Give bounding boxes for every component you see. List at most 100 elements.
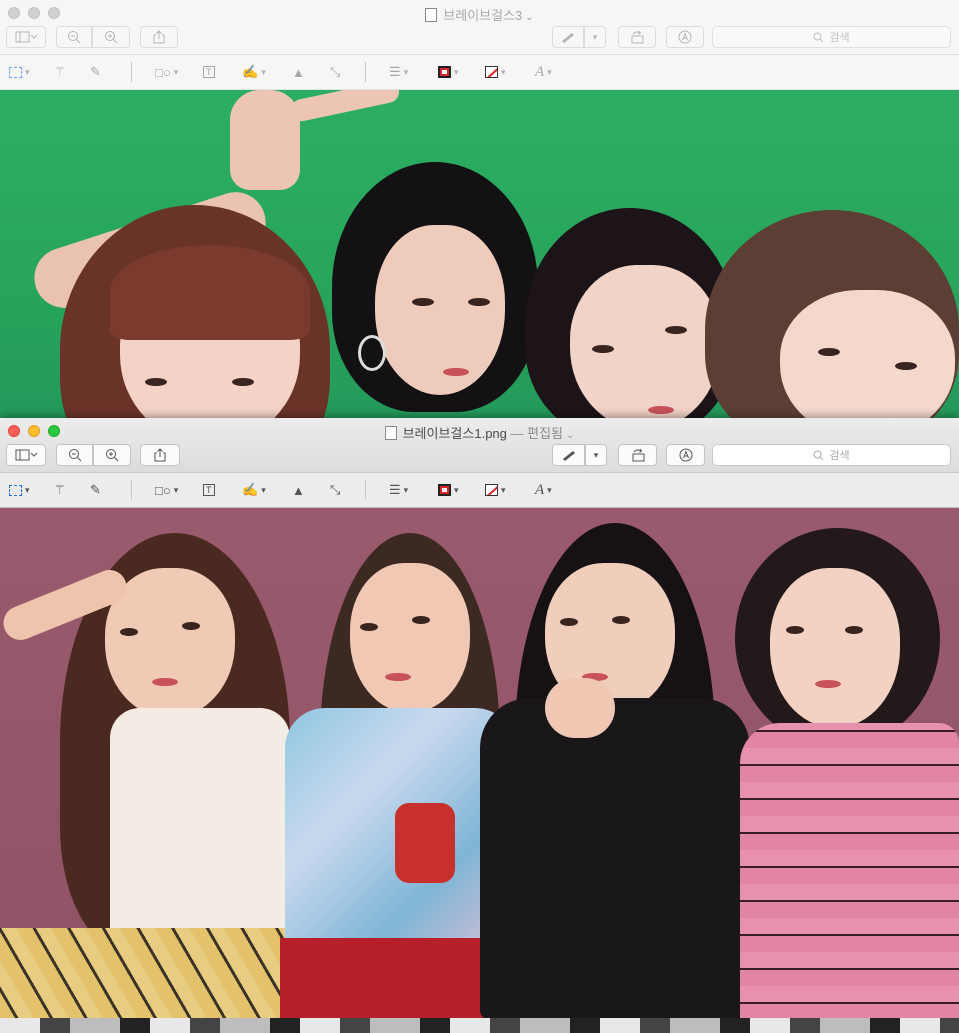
- border-color-tool[interactable]: ▾: [438, 482, 459, 498]
- lips: [385, 673, 411, 681]
- sketch-tool[interactable]: ✎: [90, 64, 101, 80]
- zoom-out-button[interactable]: [56, 26, 92, 48]
- search-field[interactable]: 검색: [712, 444, 951, 466]
- chevron-down-icon: ▾: [592, 31, 598, 42]
- search-placeholder: 검색: [829, 450, 850, 462]
- lips: [648, 406, 674, 414]
- person-3-top: [480, 698, 750, 1018]
- window-title-text: 브레이브걸스3: [443, 8, 523, 23]
- person-2-skirt: [280, 938, 510, 1018]
- sketch-icon: ✎: [90, 64, 101, 79]
- chevron-down-icon: ⌄: [525, 12, 534, 23]
- eye: [895, 362, 917, 370]
- divider: [131, 480, 132, 500]
- text-style-icon: A: [535, 481, 545, 498]
- shapes-tool[interactable]: □○ ▾: [155, 64, 178, 80]
- share-button[interactable]: [140, 444, 180, 466]
- zoom-in-button[interactable]: [93, 444, 131, 466]
- background-window-strip: [0, 1018, 959, 1033]
- earring: [358, 335, 386, 371]
- person-1-skirt: [0, 928, 300, 1018]
- eye: [665, 326, 687, 334]
- chevron-down-icon: ▾: [593, 449, 599, 460]
- selection-tool[interactable]: ▾: [9, 64, 30, 80]
- preview-window-back[interactable]: 브레이브걸스3 ⌄ ▾ 검색 ▾ ⚚ ✎ □○ ▾ T ✍ ▾ ▲ ⤡ ☰ ▾ …: [0, 0, 959, 418]
- text-style-tool[interactable]: A ▾: [535, 482, 552, 498]
- chevron-down-icon: ▾: [403, 484, 409, 495]
- adjust-color-tool[interactable]: ▲: [292, 482, 305, 498]
- lips: [815, 680, 841, 688]
- adjust-size-tool[interactable]: ⤡: [330, 64, 340, 80]
- chevron-down-icon: ▾: [173, 484, 179, 495]
- hand-shape: [230, 90, 300, 190]
- markup-menu-button[interactable]: ▾: [584, 26, 606, 48]
- adjust-color-icon: ▲: [292, 64, 305, 80]
- line-style-icon: ☰: [389, 482, 401, 497]
- shape-style-tool[interactable]: ☰ ▾: [389, 64, 408, 80]
- fill-color-icon: [485, 66, 498, 78]
- magic-wand-icon: ⚚: [54, 64, 66, 79]
- eye: [412, 616, 430, 624]
- eye: [818, 348, 840, 356]
- markup-circle-icon: [679, 448, 692, 462]
- adjust-size-tool[interactable]: ⤡: [330, 482, 340, 498]
- shape-style-tool[interactable]: ☰ ▾: [389, 482, 408, 498]
- eye: [120, 628, 138, 636]
- sketch-tool[interactable]: ✎: [90, 482, 101, 498]
- text-tool[interactable]: T: [203, 482, 215, 498]
- search-icon: [813, 450, 824, 460]
- search-placeholder: 검색: [829, 32, 850, 44]
- text-tool[interactable]: T: [203, 64, 215, 80]
- titlebar: 브레이브걸스1.png — 편집됨 ⌄ ▾ 검색: [0, 418, 959, 473]
- markup-button[interactable]: [666, 26, 704, 48]
- chevron-down-icon: ▾: [454, 484, 459, 495]
- search-icon: [813, 32, 824, 42]
- hand-shape: [545, 678, 615, 738]
- instant-alpha-tool[interactable]: ⚚: [54, 64, 66, 80]
- eye: [845, 626, 863, 634]
- fill-color-tool[interactable]: ▾: [485, 64, 506, 80]
- sign-tool[interactable]: ✍ ▾: [242, 64, 266, 80]
- shapes-tool[interactable]: □○ ▾: [155, 482, 178, 498]
- share-button[interactable]: [140, 26, 178, 48]
- sign-tool[interactable]: ✍ ▾: [242, 482, 266, 498]
- sidebar-button[interactable]: [6, 444, 46, 466]
- markup-toolbar-button[interactable]: [552, 26, 584, 48]
- window-title[interactable]: 브레이브걸스1.png — 편집됨 ⌄: [0, 423, 959, 442]
- window-title-text: 브레이브걸스1.png: [402, 426, 507, 441]
- person-1-bangs: [110, 245, 310, 340]
- border-color-tool[interactable]: ▾: [438, 64, 459, 80]
- instant-alpha-tool[interactable]: ⚚: [54, 482, 66, 498]
- markup-toolbar-button[interactable]: [552, 444, 585, 466]
- markup-button[interactable]: [666, 444, 705, 466]
- sidebar-button[interactable]: [6, 26, 46, 48]
- fill-color-tool[interactable]: ▾: [485, 482, 506, 498]
- eye: [560, 618, 578, 626]
- image-content: [0, 508, 959, 1018]
- markup-menu-button[interactable]: ▾: [585, 444, 607, 466]
- markup-circle-icon: [678, 30, 692, 44]
- zoom-out-button[interactable]: [56, 444, 93, 466]
- text-style-tool[interactable]: A ▾: [535, 64, 552, 80]
- selection-tool[interactable]: ▾: [9, 482, 30, 498]
- rotate-button[interactable]: [618, 444, 657, 466]
- rotate-icon: [632, 448, 644, 462]
- resize-icon: ⤡: [330, 64, 341, 79]
- document-icon: [425, 8, 438, 22]
- text-style-icon: A: [535, 63, 545, 80]
- zoom-in-icon: [106, 449, 119, 462]
- rotate-button[interactable]: [618, 26, 656, 48]
- border-color-icon: [438, 484, 451, 496]
- markup-toolbar: ▾ ⚚ ✎ □○ ▾ T ✍ ▾ ▲ ⤡ ☰ ▾ ▾ ▾ A ▾: [0, 473, 959, 508]
- divider: [365, 480, 366, 500]
- divider: [365, 62, 366, 82]
- preview-window-front[interactable]: 브레이브걸스1.png — 편집됨 ⌄ ▾ 검색 ▾ ⚚ ✎ □○ ▾ T ✍ …: [0, 418, 959, 1018]
- adjust-color-tool[interactable]: ▲: [292, 64, 305, 80]
- titlebar: 브레이브걸스3 ⌄ ▾ 검색: [0, 0, 959, 55]
- window-title[interactable]: 브레이브걸스3 ⌄: [0, 5, 959, 24]
- zoom-in-button[interactable]: [92, 26, 130, 48]
- search-field[interactable]: 검색: [712, 26, 951, 48]
- adjust-color-icon: ▲: [292, 482, 305, 498]
- sidebar-icon: [15, 31, 37, 43]
- person-4-top: [740, 723, 959, 1018]
